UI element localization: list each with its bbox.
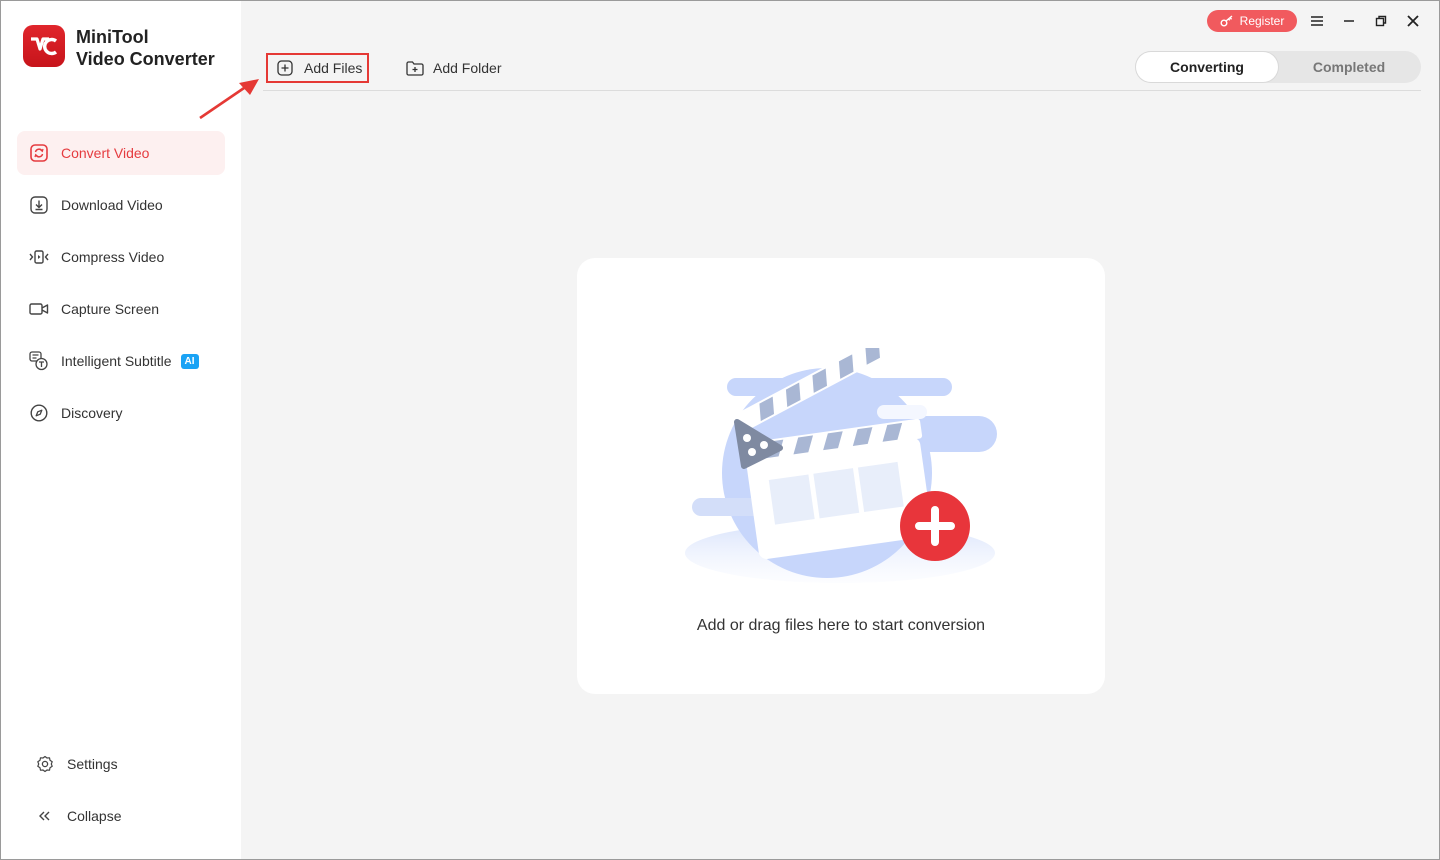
add-folder-button[interactable]: Add Folder [406,53,501,83]
drop-zone[interactable]: Add or drag files here to start conversi… [577,258,1105,694]
sidebar-item-capture-screen[interactable]: Capture Screen [17,287,225,331]
collapse-label: Collapse [67,808,122,824]
convert-icon [28,142,50,164]
sidebar-item-label: Compress Video [61,249,165,265]
minimize-icon [1344,20,1354,22]
double-chevron-left-icon [35,806,55,826]
clapperboard-illustration [685,348,997,583]
status-tabs: Converting Completed [1135,51,1421,83]
ai-badge: AI [180,353,199,369]
tab-completed[interactable]: Completed [1278,52,1420,82]
minimize-button[interactable] [1339,11,1359,31]
app-logo [23,25,65,67]
restore-button[interactable] [1371,11,1391,31]
toolbar-divider [263,90,1421,91]
tab-converting[interactable]: Converting [1136,52,1278,82]
restore-icon [1375,15,1387,27]
plus-square-icon [277,59,295,77]
app-name-line2: Video Converter [76,49,215,69]
gear-icon [35,754,55,774]
register-label: Register [1239,14,1285,28]
sidebar-item-compress-video[interactable]: Compress Video [17,235,225,279]
sidebar-item-label: Download Video [61,197,163,213]
close-button[interactable] [1403,11,1423,31]
add-folder-label: Add Folder [433,60,502,76]
sidebar-item-label: Discovery [61,405,123,421]
sidebar-item-discovery[interactable]: Discovery [17,391,225,435]
folder-plus-icon [406,59,424,77]
compress-icon [28,246,50,268]
sidebar-item-label: Capture Screen [61,301,160,317]
drop-zone-text: Add or drag files here to start conversi… [696,617,986,634]
sidebar: MiniTool Video Converter Convert Video D… [1,1,241,859]
sidebar-item-intelligent-subtitle[interactable]: Intelligent Subtitle AI [17,339,225,383]
app-window: MiniTool Video Converter Convert Video D… [0,0,1440,860]
menu-button[interactable] [1307,11,1327,31]
camera-icon [28,298,50,320]
add-files-button[interactable]: Add Files [266,53,369,83]
logo-mark-icon [31,37,58,56]
app-name: MiniTool Video Converter [76,26,215,70]
download-icon [28,194,50,216]
annotation-arrow [199,79,259,120]
settings-label: Settings [67,756,118,772]
subtitle-icon [28,350,50,372]
sidebar-item-label: Intelligent Subtitle [61,353,172,369]
sidebar-item-download-video[interactable]: Download Video [17,183,225,227]
register-button[interactable]: Register [1207,10,1297,32]
sidebar-item-label: Convert Video [61,145,150,161]
close-icon [1407,15,1419,27]
compass-icon [28,402,50,424]
sidebar-nav: Convert Video Download Video Compress Vi… [17,131,225,443]
hamburger-icon [1311,16,1323,26]
settings-button[interactable]: Settings [35,754,215,774]
key-icon [1220,15,1234,27]
sidebar-item-convert-video[interactable]: Convert Video [17,131,225,175]
collapse-button[interactable]: Collapse [35,806,215,826]
add-files-label: Add Files [304,60,363,76]
app-name-line1: MiniTool [76,27,149,47]
